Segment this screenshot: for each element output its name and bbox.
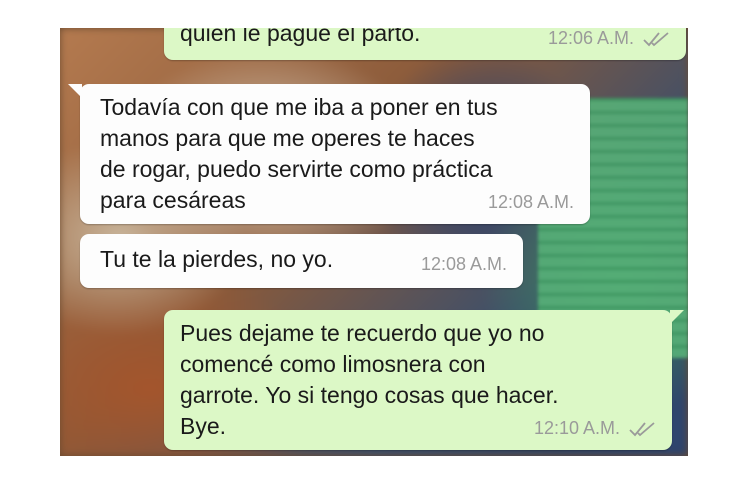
message-time: 12:10 A.M.: [533, 418, 620, 438]
message-meta: 12:06 A.M.: [548, 28, 670, 54]
message-meta: 12:10 A.M.: [534, 413, 656, 444]
message-text: quien le pague el parto.: [180, 28, 421, 46]
message-bubble-outgoing[interactable]: Pues dejame te recuerdo que yo no comenc…: [164, 310, 684, 450]
message-text: Todavía con que me iba a poner en tus ma…: [100, 94, 498, 213]
message-meta: 12:08 A.M.: [488, 187, 574, 218]
double-check-icon: [643, 31, 669, 46]
message-text: Pues dejame te recuerdo que yo no comenc…: [180, 320, 559, 439]
message-meta: 12:08 A.M.: [421, 249, 507, 280]
message-time: 12:08 A.M.: [487, 192, 574, 212]
message-text: Tu te la pierdes, no yo.: [100, 246, 334, 272]
bubble-tail: [670, 310, 684, 324]
chat-screenshot: quien le pague el parto. 12:06 A.M. Toda…: [60, 28, 688, 456]
message-bubble-incoming[interactable]: Todavía con que me iba a poner en tus ma…: [68, 84, 590, 224]
message-bubble-incoming[interactable]: Tu te la pierdes, no yo. 12:08 A.M.: [80, 234, 523, 288]
bubble-tail: [68, 84, 82, 98]
double-check-icon: [629, 421, 655, 436]
message-bubble-outgoing[interactable]: quien le pague el parto. 12:06 A.M.: [164, 28, 686, 60]
message-time: 12:06 A.M.: [547, 28, 634, 48]
message-time: 12:08 A.M.: [420, 254, 507, 274]
